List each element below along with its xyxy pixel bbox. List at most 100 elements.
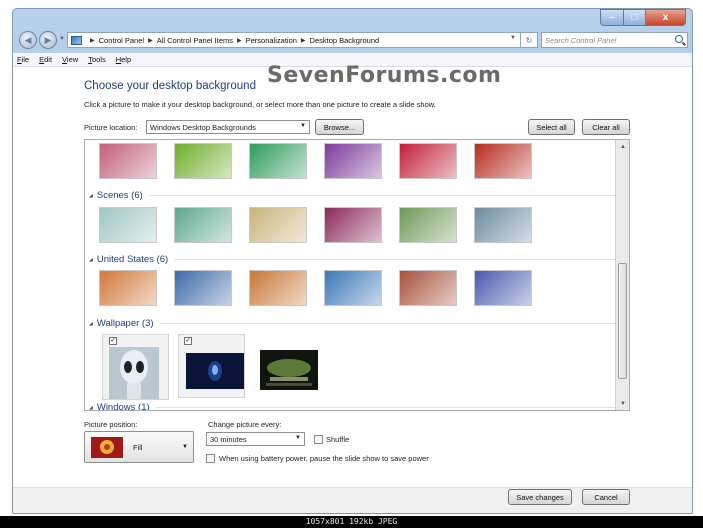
menu-edit[interactable]: Edit bbox=[39, 55, 52, 64]
back-arrow-icon[interactable]: ◀ bbox=[19, 31, 37, 49]
group-header-wallpaper[interactable]: ◢ Wallpaper (3) bbox=[89, 318, 615, 329]
wallpaper-thumbnail[interactable] bbox=[474, 270, 532, 306]
breadcrumb-personalization[interactable]: Personalization bbox=[246, 36, 297, 45]
picture-location-dropdown[interactable]: Windows Desktop Backgrounds ▼ bbox=[146, 120, 310, 134]
recent-pages-dropdown-icon[interactable]: ▼ bbox=[59, 36, 65, 42]
page-title: Choose your desktop background bbox=[84, 80, 256, 92]
select-all-button[interactable]: Select all bbox=[528, 119, 575, 135]
breadcrumb-separator-icon[interactable]: ▶ bbox=[301, 37, 306, 44]
collapse-triangle-icon[interactable]: ◢ bbox=[89, 257, 93, 263]
wallpaper-thumbnail[interactable] bbox=[174, 270, 232, 306]
thumbnail-row bbox=[99, 207, 549, 243]
breadcrumb-separator-icon[interactable]: ▶ bbox=[90, 37, 95, 44]
scrollbar-thumb[interactable] bbox=[618, 263, 627, 379]
group-divider bbox=[148, 195, 615, 196]
wallpaper-thumbnail[interactable] bbox=[324, 207, 382, 243]
picture-position-value: Fill bbox=[133, 443, 143, 452]
wallpaper-thumbnail[interactable] bbox=[324, 270, 382, 306]
battery-pause-checkbox[interactable] bbox=[206, 454, 215, 463]
wallpaper-thumbnail[interactable] bbox=[99, 270, 157, 306]
address-bar[interactable]: ▶ Control Panel ▶ All Control Panel Item… bbox=[67, 32, 521, 48]
change-picture-label: Change picture every: bbox=[208, 420, 282, 429]
shuffle-checkbox[interactable] bbox=[314, 435, 323, 444]
wallpaper-thumbnail[interactable] bbox=[324, 143, 382, 179]
breadcrumb-separator-icon[interactable]: ▶ bbox=[237, 37, 242, 44]
group-divider bbox=[159, 323, 615, 324]
search-input[interactable] bbox=[545, 35, 670, 45]
alien-wallpaper-thumbnail[interactable] bbox=[109, 347, 159, 399]
wallpaper-thumbnail[interactable] bbox=[399, 143, 457, 179]
wallpaper-thumbnail[interactable] bbox=[474, 207, 532, 243]
fill-preview-icon bbox=[91, 437, 123, 458]
wallpaper-thumbnail[interactable] bbox=[174, 143, 232, 179]
wallpaper-thumbnail[interactable] bbox=[399, 207, 457, 243]
group-divider bbox=[174, 259, 615, 260]
wallpaper-thumbnail[interactable] bbox=[474, 143, 532, 179]
checkbox-checked-icon[interactable]: ✓ bbox=[184, 337, 192, 345]
dark-wallpaper-thumbnail[interactable] bbox=[186, 353, 244, 389]
window-controls: – □ x bbox=[600, 9, 686, 26]
content-area: SevenForums.com Choose your desktop back… bbox=[13, 63, 692, 487]
wallpaper-thumbnail[interactable] bbox=[249, 143, 307, 179]
breadcrumb-control-panel[interactable]: Control Panel bbox=[99, 36, 144, 45]
change-picture-value: 30 minutes bbox=[210, 435, 247, 444]
minimize-button[interactable]: – bbox=[600, 9, 624, 26]
shuffle-label[interactable]: Shuffle bbox=[326, 435, 349, 444]
maximize-button[interactable]: □ bbox=[624, 9, 646, 26]
collapse-triangle-icon[interactable]: ◢ bbox=[89, 405, 93, 411]
group-header-scenes[interactable]: ◢ Scenes (6) bbox=[89, 190, 615, 201]
forward-arrow-icon[interactable]: ▶ bbox=[39, 31, 57, 49]
thumbnail-row bbox=[99, 143, 549, 179]
image-caption: 1057x801 192kb JPEG bbox=[0, 516, 703, 528]
refresh-icon[interactable]: ↻ bbox=[521, 32, 538, 48]
menu-view[interactable]: View bbox=[62, 55, 78, 64]
thumbnail-row bbox=[99, 270, 549, 306]
change-picture-dropdown[interactable]: 30 minutes ▼ bbox=[206, 432, 305, 446]
chevron-down-icon: ▼ bbox=[300, 123, 306, 129]
wallpaper-thumbnail[interactable] bbox=[174, 207, 232, 243]
wallpaper-gallery[interactable]: ◢ Scenes (6) ◢ United States (6) ◢ Wallp… bbox=[84, 139, 630, 411]
wallpaper-thumbnail[interactable] bbox=[249, 270, 307, 306]
control-panel-window: – □ x ◀ ▶ ▼ ▶ Control Panel ▶ All Contro… bbox=[12, 8, 693, 514]
group-title: Windows (1) bbox=[96, 402, 150, 411]
browse-button[interactable]: Browse... bbox=[315, 119, 364, 135]
group-header-windows[interactable]: ◢ Windows (1) bbox=[89, 402, 615, 411]
picture-location-value: Windows Desktop Backgrounds bbox=[150, 123, 256, 132]
control-panel-icon bbox=[71, 35, 82, 45]
collapse-triangle-icon[interactable]: ◢ bbox=[89, 321, 93, 327]
address-dropdown-icon[interactable]: ▼ bbox=[510, 35, 516, 41]
cancel-button[interactable]: Cancel bbox=[582, 489, 630, 505]
picture-position-dropdown[interactable]: Fill ▼ bbox=[84, 431, 194, 463]
breadcrumb-desktop-background[interactable]: Desktop Background bbox=[310, 36, 380, 45]
scroll-up-arrow-icon[interactable]: ▲ bbox=[616, 140, 629, 153]
save-changes-button[interactable]: Save changes bbox=[508, 489, 572, 505]
wallpaper-thumbnail[interactable] bbox=[99, 207, 157, 243]
picture-position-label: Picture position: bbox=[84, 420, 138, 429]
battery-pause-label[interactable]: When using battery power, pause the slid… bbox=[219, 454, 429, 463]
breadcrumb-all-items[interactable]: All Control Panel Items bbox=[157, 36, 233, 45]
menu-tools[interactable]: Tools bbox=[88, 55, 106, 64]
picture-location-label: Picture location: bbox=[84, 123, 138, 132]
search-box[interactable] bbox=[541, 32, 688, 48]
group-header-united-states[interactable]: ◢ United States (6) bbox=[89, 254, 615, 265]
windows-seven-wallpaper-thumbnail[interactable] bbox=[260, 350, 318, 390]
scroll-down-arrow-icon[interactable]: ▼ bbox=[616, 397, 629, 410]
menu-file[interactable]: File bbox=[17, 55, 29, 64]
wallpaper-thumbnail[interactable] bbox=[399, 270, 457, 306]
group-divider bbox=[155, 407, 615, 408]
wallpaper-thumbnail[interactable] bbox=[99, 143, 157, 179]
clear-all-button[interactable]: Clear all bbox=[582, 119, 630, 135]
collapse-triangle-icon[interactable]: ◢ bbox=[89, 193, 93, 199]
checkbox-checked-icon[interactable]: ✓ bbox=[109, 337, 117, 345]
menu-help[interactable]: Help bbox=[116, 55, 131, 64]
group-title: Wallpaper (3) bbox=[96, 318, 154, 329]
group-title: United States (6) bbox=[96, 254, 169, 265]
search-icon[interactable] bbox=[675, 35, 683, 43]
wallpaper-thumbnail[interactable] bbox=[249, 207, 307, 243]
chevron-down-icon: ▼ bbox=[182, 444, 188, 450]
watermark: SevenForums.com bbox=[267, 63, 502, 88]
breadcrumb-separator-icon[interactable]: ▶ bbox=[148, 37, 153, 44]
close-button[interactable]: x bbox=[646, 9, 686, 26]
navigation-bar: ◀ ▶ ▼ ▶ Control Panel ▶ All Control Pane… bbox=[13, 29, 692, 51]
vertical-scrollbar[interactable]: ▲ ▼ bbox=[615, 140, 629, 410]
